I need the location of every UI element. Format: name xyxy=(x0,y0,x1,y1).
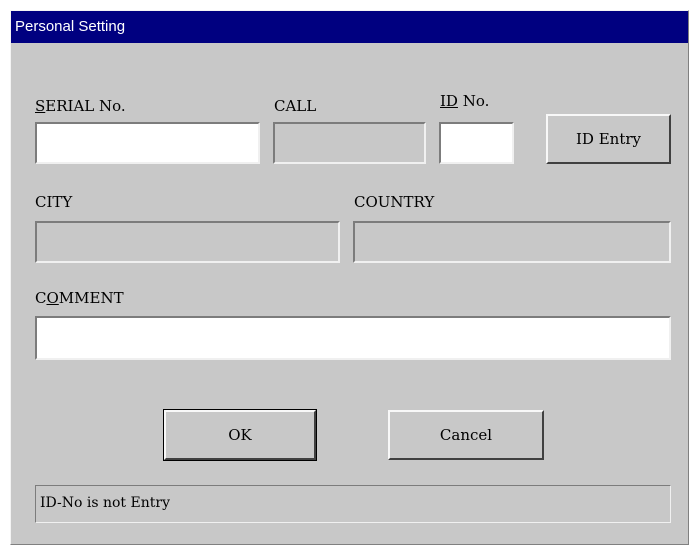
serial-input[interactable] xyxy=(37,124,258,162)
call-label: CALL xyxy=(274,97,317,115)
serial-label: SERIAL No. xyxy=(35,97,126,115)
personal-setting-dialog: Personal Setting SERIAL No. CALL ID No. … xyxy=(10,10,689,545)
comment-input[interactable] xyxy=(37,318,669,358)
call-field xyxy=(273,122,426,164)
ok-button[interactable]: OK xyxy=(163,409,317,461)
dialog-title[interactable]: Personal Setting xyxy=(11,11,688,43)
id-label: ID No. xyxy=(440,92,490,110)
comment-label: COMMENT xyxy=(35,289,124,307)
city-field xyxy=(35,221,340,263)
status-bar: ID-No is not Entry xyxy=(35,485,671,523)
comment-field[interactable] xyxy=(35,316,671,360)
country-field xyxy=(353,221,671,263)
id-entry-button[interactable]: ID Entry xyxy=(546,114,671,164)
id-input[interactable] xyxy=(441,124,512,162)
country-label: COUNTRY xyxy=(354,193,435,211)
serial-field[interactable] xyxy=(35,122,260,164)
id-field[interactable] xyxy=(439,122,514,164)
city-label: CITY xyxy=(35,193,73,211)
cancel-button[interactable]: Cancel xyxy=(388,410,544,460)
